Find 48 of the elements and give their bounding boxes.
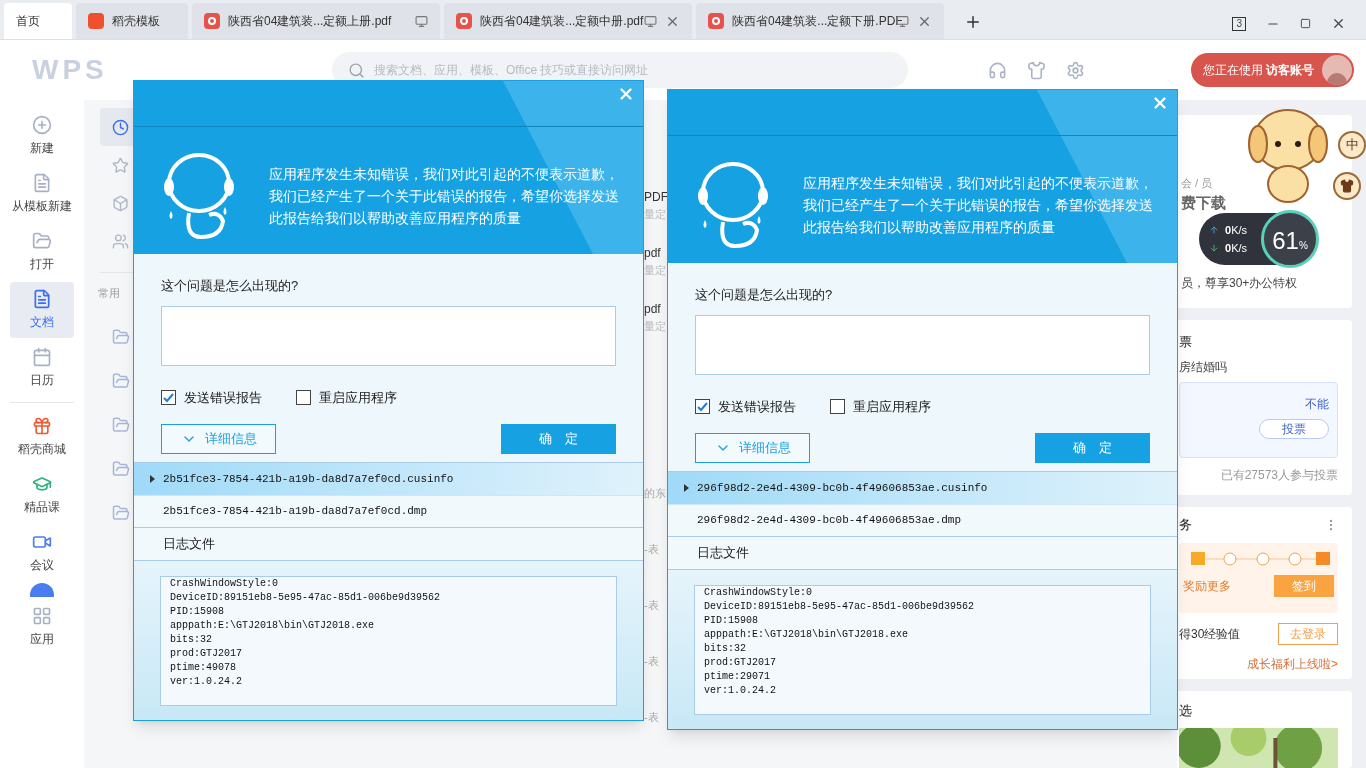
file-name: 的东 [644,486,667,500]
log-line: apppath:E:\GTJ2018\bin\GTJ2018.exe [170,619,376,633]
vote-question: 房结婚吗 [1179,358,1227,376]
log-header: 日志文件 [668,536,1177,570]
log-line: PID:15908 [170,605,225,619]
file-name: -表 [644,542,660,556]
log-line: apppath:E:\GTJ2018\bin\GTJ2018.exe [704,628,910,642]
log-line: CrashWindowStyle:0 [704,586,814,600]
log-line: bits:32 [704,642,747,656]
vote-answer: 不能 [1305,395,1329,413]
log-line: DeviceID:89151eb8-5e95-47ac-85d1-006be9d39562 [170,591,442,605]
checkbox-label: 发送错误报告 [184,388,262,407]
exp-text: 得30经验值 [1179,625,1241,643]
file-name: -表 [644,598,660,612]
log-line: CrashWindowStyle:0 [170,577,280,591]
member-caption: 员，尊享30+办公特权 [1181,275,1298,292]
card-title: 选 [1179,701,1192,720]
reward-text: 奖励更多 [1183,577,1231,595]
card-title: 务 [1179,516,1192,535]
upload-speed: 0K/s [1225,222,1248,238]
checkbox-label: 发送错误报告 [718,397,796,416]
download-speed: 0K/s [1225,241,1248,256]
log-line: PID:15908 [704,614,759,628]
file-name: -表 [644,710,660,724]
log-line: ptime:49078 [170,661,237,675]
log-line: prod:GTJ2017 [704,656,777,670]
file-name: pdf [644,245,662,262]
member-tag: 会 / 员 [1181,175,1213,192]
error-message: 应用程序发生未知错误，我们对此引起的不便表示道歉，我们已经产生了一个关于此错误的报告，希望你选择发送此报告给我们以帮助改善应用程序的质量 [269,165,619,228]
log-line: ver:1.0.24.2 [170,675,243,689]
log-line: prod:GTJ2017 [170,647,243,661]
checkbox-label: 重启应用程序 [319,388,397,407]
section-label: 常用 [98,286,120,301]
vote-count: 已有27573人参与投票 [1220,466,1338,484]
member-headline: 费下载 [1181,192,1226,213]
card-title: 票 [1179,333,1192,352]
file-name: -表 [644,654,660,668]
file-name: pdf [644,301,662,318]
file-name: PDF [644,189,668,206]
log-line: ptime:29071 [704,670,771,684]
log-line: bits:32 [170,633,213,647]
log-line: ver:1.0.24.2 [704,684,777,698]
checkbox-label: 重启应用程序 [853,397,931,416]
error-message: 应用程序发生未知错误，我们对此引起的不便表示道歉，我们已经产生了一个关于此错误的报告，希望你选择发送此报告给我们以帮助改善应用程序的质量 [803,174,1153,237]
log-header: 日志文件 [134,527,643,561]
question-label: 这个问题是怎么出现的? [161,277,300,295]
log-line: DeviceID:89151eb8-5e95-47ac-85d1-006be9d39562 [704,600,976,614]
question-label: 这个问题是怎么出现的? [695,286,834,304]
